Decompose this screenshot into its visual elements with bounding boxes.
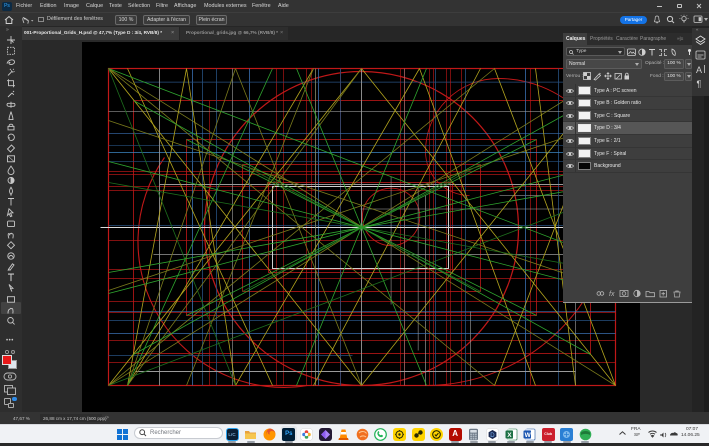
svg-text:fx: fx [609, 291, 615, 298]
svg-text:X: X [507, 431, 512, 438]
svg-text:W: W [525, 431, 532, 438]
svg-text:A: A [696, 65, 702, 75]
svg-text:D: D [490, 433, 495, 439]
svg-text:¶: ¶ [697, 79, 702, 89]
